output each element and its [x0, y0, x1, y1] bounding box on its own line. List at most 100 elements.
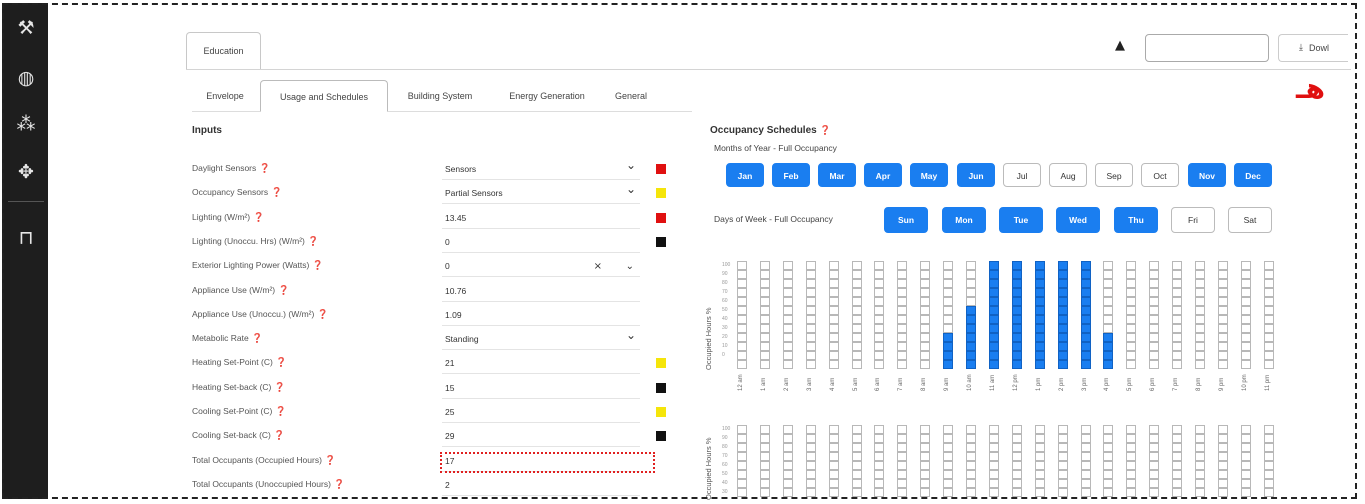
hour-cell[interactable] — [1034, 270, 1045, 279]
hour-cell[interactable] — [737, 306, 747, 315]
hour-cell[interactable] — [782, 324, 793, 333]
hour-cell[interactable] — [1172, 306, 1183, 315]
hour-cell[interactable] — [782, 297, 793, 306]
hour-cell[interactable] — [1080, 360, 1091, 369]
hour-cell[interactable] — [759, 479, 770, 488]
hour-cell[interactable] — [851, 425, 862, 434]
hour-column[interactable] — [1263, 261, 1274, 369]
hour-cell[interactable] — [851, 479, 862, 488]
month-toggle[interactable]: Jul — [1003, 163, 1041, 187]
hour-cell[interactable] — [782, 261, 793, 270]
hour-cell[interactable] — [1011, 461, 1022, 470]
hour-cell[interactable] — [1057, 342, 1068, 351]
hour-cell[interactable] — [1149, 443, 1160, 452]
hour-cell[interactable] — [1217, 461, 1228, 470]
hour-cell[interactable] — [782, 342, 793, 351]
hour-cell[interactable] — [1011, 443, 1022, 452]
hour-cell[interactable] — [966, 315, 976, 324]
hour-cell[interactable] — [1103, 461, 1114, 470]
hour-cell[interactable] — [737, 452, 747, 461]
hour-cell[interactable] — [988, 470, 999, 479]
hour-cell[interactable] — [1103, 324, 1114, 333]
hour-cell[interactable] — [1149, 270, 1160, 279]
hour-cell[interactable] — [1080, 297, 1091, 306]
hour-cell[interactable] — [1080, 342, 1091, 351]
hour-cell[interactable] — [966, 479, 976, 488]
hour-cell[interactable] — [988, 279, 999, 288]
hour-column[interactable] — [828, 425, 839, 497]
hour-cell[interactable] — [1011, 324, 1022, 333]
month-toggle[interactable]: Dec — [1234, 163, 1272, 187]
hour-cell[interactable] — [782, 351, 793, 360]
hour-cell[interactable] — [1057, 360, 1068, 369]
hour-column[interactable] — [1195, 425, 1205, 497]
hour-column[interactable] — [1240, 425, 1251, 497]
hour-cell[interactable] — [851, 333, 862, 342]
tab-energy-generation[interactable]: Energy Generation — [492, 80, 602, 112]
hour-cell[interactable] — [943, 333, 954, 342]
hour-cell[interactable] — [874, 443, 885, 452]
hour-cell[interactable] — [1240, 288, 1251, 297]
hour-cell[interactable] — [805, 306, 816, 315]
hour-cell[interactable] — [1080, 315, 1091, 324]
hour-cell[interactable] — [988, 333, 999, 342]
hour-cell[interactable] — [1195, 306, 1205, 315]
hour-cell[interactable] — [920, 333, 931, 342]
hour-cell[interactable] — [737, 470, 747, 479]
hour-cell[interactable] — [1011, 488, 1022, 497]
hour-cell[interactable] — [1080, 461, 1091, 470]
hour-cell[interactable] — [1195, 342, 1205, 351]
hour-cell[interactable] — [874, 270, 885, 279]
hour-cell[interactable] — [805, 279, 816, 288]
hour-cell[interactable] — [1080, 425, 1091, 434]
hour-column[interactable] — [1217, 261, 1228, 369]
hour-cell[interactable] — [1126, 360, 1137, 369]
hour-cell[interactable] — [897, 315, 908, 324]
hour-column[interactable] — [737, 261, 747, 369]
month-toggle[interactable]: Aug — [1049, 163, 1087, 187]
hour-cell[interactable] — [1217, 351, 1228, 360]
hour-cell[interactable] — [1240, 434, 1251, 443]
hour-cell[interactable] — [988, 270, 999, 279]
hour-column[interactable] — [1080, 261, 1091, 369]
hour-cell[interactable] — [988, 434, 999, 443]
hour-cell[interactable] — [1149, 351, 1160, 360]
hour-cell[interactable] — [1103, 425, 1114, 434]
hour-cell[interactable] — [897, 452, 908, 461]
hour-cell[interactable] — [1011, 315, 1022, 324]
hour-cell[interactable] — [737, 297, 747, 306]
help-icon[interactable]: ❓ — [252, 334, 263, 344]
download-button[interactable]: ⤓ Dowl — [1278, 34, 1348, 62]
hour-cell[interactable] — [1057, 288, 1068, 297]
hour-cell[interactable] — [1172, 315, 1183, 324]
hour-cell[interactable] — [759, 333, 770, 342]
hour-cell[interactable] — [1172, 479, 1183, 488]
hour-cell[interactable] — [805, 333, 816, 342]
select-field[interactable]: 0 × ⌄ — [442, 257, 640, 278]
help-icon[interactable]: ❓ — [276, 358, 287, 368]
day-toggle[interactable]: Sun — [884, 207, 928, 233]
hour-cell[interactable] — [874, 488, 885, 497]
input-field[interactable]: 13.45 — [442, 209, 640, 229]
hour-cell[interactable] — [828, 434, 839, 443]
hour-cell[interactable] — [988, 324, 999, 333]
hour-cell[interactable] — [1263, 270, 1274, 279]
hour-cell[interactable] — [1080, 324, 1091, 333]
hour-cell[interactable] — [966, 434, 976, 443]
hour-cell[interactable] — [988, 342, 999, 351]
help-icon[interactable]: ❓ — [308, 237, 319, 247]
hour-cell[interactable] — [1195, 461, 1205, 470]
hour-cell[interactable] — [1057, 488, 1068, 497]
hour-cell[interactable] — [1172, 261, 1183, 270]
hour-cell[interactable] — [897, 288, 908, 297]
select-field[interactable]: Standing — [442, 326, 640, 351]
hour-cell[interactable] — [988, 360, 999, 369]
network-icon[interactable]: ⁂ — [13, 111, 39, 137]
hour-cell[interactable] — [759, 270, 770, 279]
hour-cell[interactable] — [943, 443, 954, 452]
hour-cell[interactable] — [988, 315, 999, 324]
hour-cell[interactable] — [1011, 333, 1022, 342]
help-icon[interactable]: ❓ — [253, 213, 264, 223]
hour-cell[interactable] — [966, 461, 976, 470]
hour-cell[interactable] — [1217, 470, 1228, 479]
